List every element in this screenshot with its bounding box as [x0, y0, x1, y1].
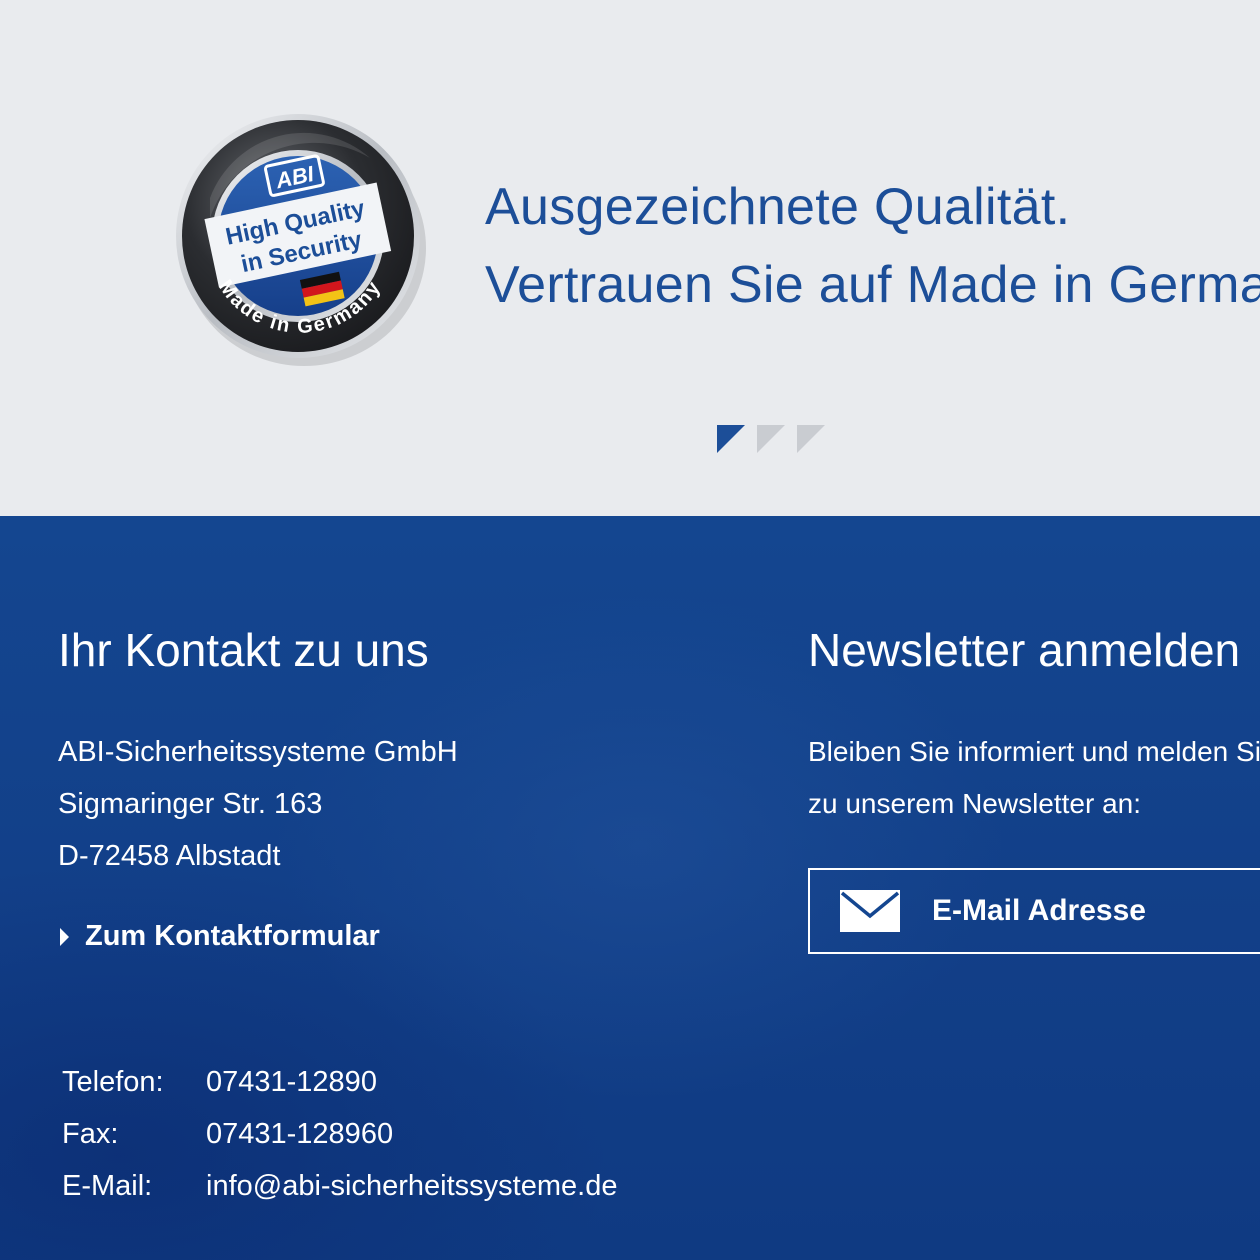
newsletter-text-line-2: zu unserem Newsletter an: — [808, 788, 1142, 819]
newsletter-email-field[interactable] — [808, 868, 1260, 954]
hero-headline-line-2: Vertrauen Sie auf Made in Germany. — [485, 256, 1260, 314]
slider-pagination — [717, 425, 825, 455]
newsletter-section: Newsletter anmelden Bleiben Sie informie… — [808, 622, 1260, 954]
newsletter-heading: Newsletter anmelden — [808, 624, 1241, 676]
contact-section: Ihr Kontakt zu uns ABI-Sicherheitssystem… — [58, 622, 758, 1202]
contact-details: Telefon: 07431-12890 Fax: 07431-128960 E… — [62, 1056, 617, 1212]
fax-label: Fax: — [62, 1118, 119, 1150]
contact-form-link-label: Zum Kontaktformular — [85, 920, 380, 952]
hero-slider: High Quality in Security ABI Made in Ger… — [0, 0, 1260, 516]
triangle-right-icon — [60, 927, 69, 946]
email-link[interactable]: info@abi-sicherheitssysteme.de — [206, 1160, 617, 1212]
phone-value: 07431-12890 — [206, 1066, 377, 1098]
newsletter-description: Bleiben Sie informiert und melden Sie si… — [808, 726, 1260, 830]
footer: Ihr Kontakt zu uns ABI-Sicherheitssystem… — [0, 516, 1260, 1260]
newsletter-text-line-1: Bleiben Sie informiert und melden Sie si… — [808, 736, 1260, 767]
email-label: E-Mail: — [62, 1170, 153, 1202]
fax-row: Fax: 07431-128960 — [62, 1108, 617, 1160]
slide-indicator-1[interactable] — [717, 425, 745, 453]
email-row: E-Mail: info@abi-sicherheitssysteme.de — [62, 1160, 617, 1212]
company-name: ABI-Sicherheitssysteme GmbH — [58, 736, 458, 768]
phone-label: Telefon: — [62, 1066, 164, 1098]
fax-value: 07431-128960 — [206, 1118, 394, 1150]
slide-indicator-2[interactable] — [757, 425, 785, 453]
address-block: ABI-Sicherheitssysteme GmbH Sigmaringer … — [58, 726, 758, 882]
newsletter-email-input[interactable] — [932, 894, 1252, 928]
quality-seal-icon: High Quality in Security ABI Made in Ger… — [170, 108, 430, 368]
slide-indicator-3[interactable] — [797, 425, 825, 453]
hero-headline-line-1: Ausgezeichnete Qualität. — [485, 178, 1071, 236]
hero-headline: Ausgezeichnete Qualität. Vertrauen Sie a… — [485, 168, 1260, 324]
city-address: D-72458 Albstadt — [58, 840, 281, 872]
contact-heading: Ihr Kontakt zu uns — [58, 624, 429, 676]
street-address: Sigmaringer Str. 163 — [58, 788, 323, 820]
envelope-icon — [840, 890, 900, 932]
phone-row: Telefon: 07431-12890 — [62, 1056, 617, 1108]
contact-form-link[interactable]: Zum Kontaktformular — [58, 920, 380, 953]
